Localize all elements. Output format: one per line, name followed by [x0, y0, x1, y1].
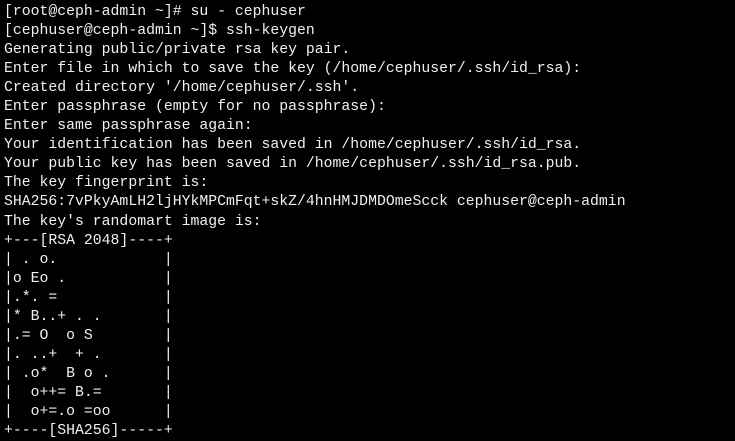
terminal-line: SHA256:7vPkyAmLH2ljHYkMPCmFqt+skZ/4hnHMJ… [4, 194, 626, 211]
terminal-line: +---[RSA 2048]----+ [4, 232, 173, 249]
terminal-line: |o Eo . | [4, 270, 173, 287]
terminal-line: Enter file in which to save the key (/ho… [4, 61, 582, 78]
terminal-line: Your identification has been saved in /h… [4, 137, 582, 154]
terminal-line: | o++= B.= | [4, 384, 173, 401]
terminal-line: +----[SHA256]-----+ [4, 423, 173, 440]
terminal-line: |* B..+ . . | [4, 308, 173, 325]
terminal-line: |. ..+ + . | [4, 346, 173, 363]
terminal-line: |.= O o S | [4, 327, 173, 344]
terminal-line: Created directory '/home/cephuser/.ssh'. [4, 80, 360, 97]
terminal-line: Enter same passphrase again: [4, 118, 253, 135]
terminal-line: [cephuser@ceph-admin ~]$ ssh-keygen [4, 23, 315, 40]
terminal-line: Enter passphrase (empty for no passphras… [4, 99, 386, 116]
terminal-line: | . o. | [4, 251, 173, 268]
terminal-line: [root@ceph-admin ~]# su - cephuser [4, 4, 306, 20]
terminal-line: The key fingerprint is: [4, 175, 209, 192]
terminal-line: | .o* B o . | [4, 365, 173, 382]
terminal-line: | o+=.o =oo | [4, 403, 173, 420]
terminal-line: The key's randomart image is: [4, 213, 262, 230]
terminal-output[interactable]: [root@ceph-admin ~]# su - cephuser [cephu… [0, 0, 735, 441]
terminal-line: Your public key has been saved in /home/… [4, 156, 582, 173]
terminal-line: |.*. = | [4, 289, 173, 306]
terminal-line: Generating public/private rsa key pair. [4, 42, 351, 59]
